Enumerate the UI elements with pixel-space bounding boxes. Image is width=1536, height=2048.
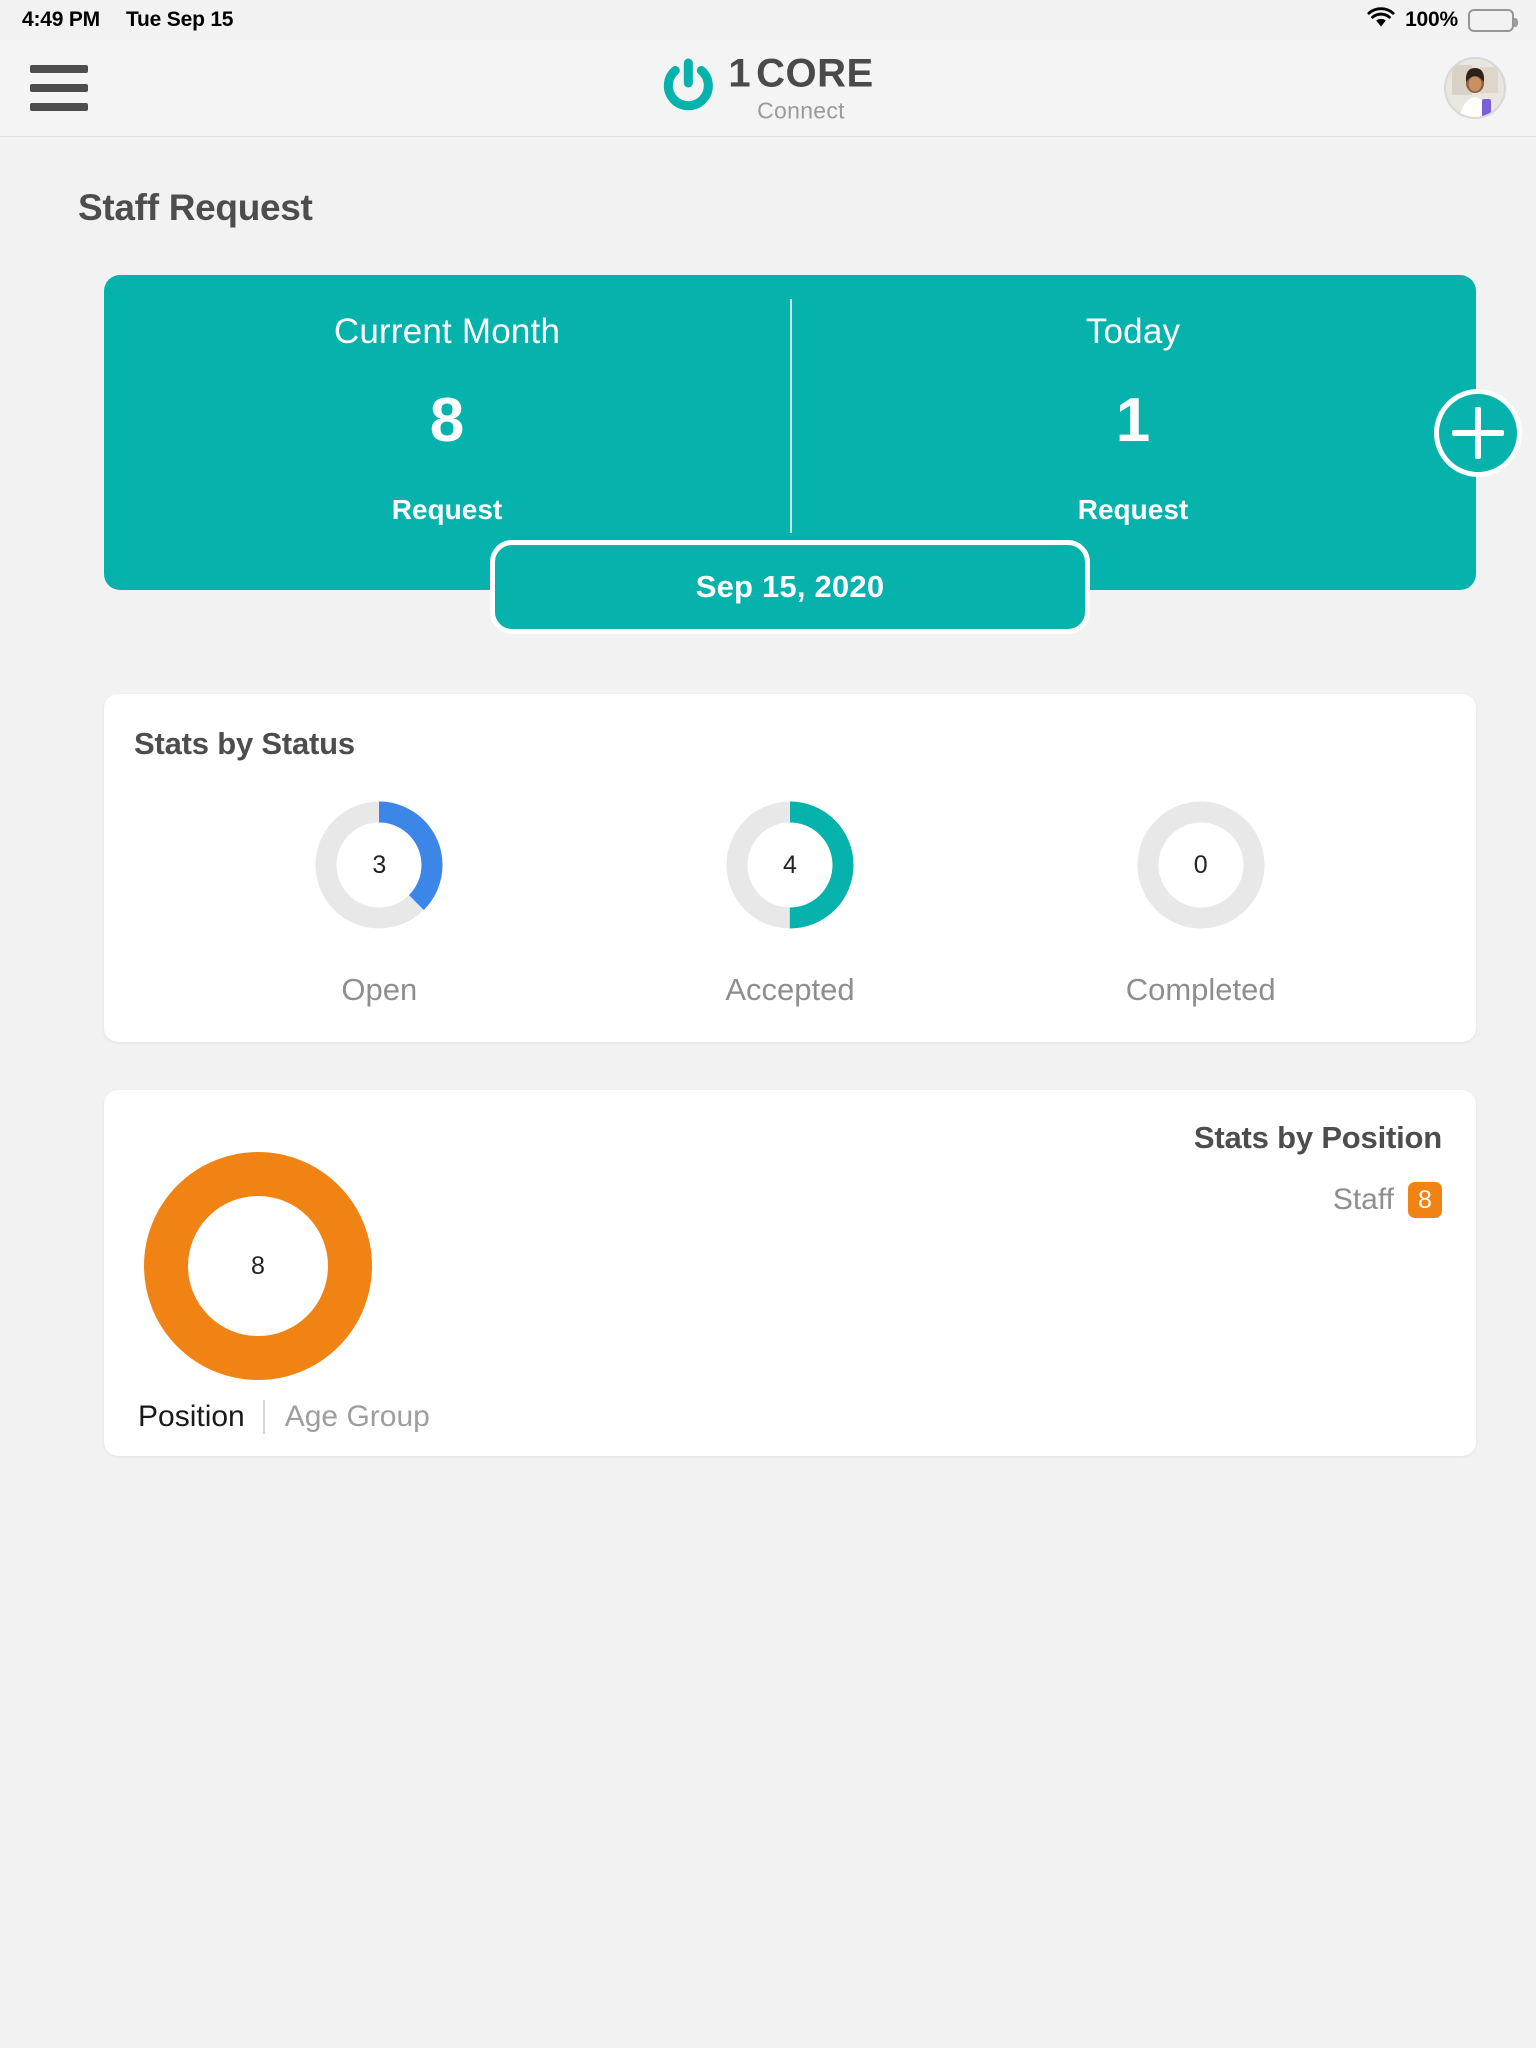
hamburger-menu-icon[interactable] [30,65,88,111]
completed-donut-value: 0 [1193,850,1208,879]
completed-donut-label: Completed [1125,972,1276,1007]
add-request-button[interactable] [1434,388,1522,477]
status-donut-completed[interactable]: 0 Completed [995,798,1406,1008]
current-month-unit: Request [391,494,503,525]
app-header: 1 CORE Connect [0,40,1536,137]
page-title: Staff Request [78,187,313,228]
status-bar-time: 4:49 PM [22,8,100,31]
status-bar-date: Tue Sep 15 [125,8,234,31]
summary-divider [790,299,792,533]
today-unit: Request [1077,494,1189,525]
brand-logo: 1 CORE Connect [662,54,873,123]
position-legend: Staff 8 [1333,1182,1442,1218]
summary-section: Current Month 8 Request Today 1 Request … [104,275,1522,634]
stats-by-status-title: Stats by Status [134,726,355,761]
accepted-donut-chart: 4 [723,798,857,932]
battery-percent-label: 100% [1405,8,1458,31]
stats-by-status-card: Stats by Status 3 Open 4 Accepted 0 Comp… [104,694,1476,1042]
position-donut-value: 8 [251,1251,265,1280]
position-tabs: Position Age Group [138,1400,448,1434]
system-status-bar: 4:49 PM Tue Sep 15 100% [0,0,1536,40]
brand-subtitle: Connect [757,97,845,124]
date-selector-button[interactable]: Sep 15, 2020 [490,540,1090,634]
accepted-donut-value: 4 [783,850,797,879]
accepted-donut-label: Accepted [725,972,855,1007]
position-legend-label: Staff [1332,1183,1394,1216]
status-donut-accepted[interactable]: 4 Accepted [585,798,996,1008]
open-donut-chart: 3 [312,798,446,932]
tab-age-group[interactable]: Age Group [265,1400,448,1434]
open-donut-value: 3 [372,850,387,879]
today-value: 1 [1115,386,1151,455]
brand-name-one: 1 [728,51,752,96]
open-donut-label: Open [341,972,418,1007]
completed-donut-chart: 0 [1134,798,1268,932]
current-month-label: Current Month [333,312,561,351]
battery-full-icon [1468,8,1518,32]
page-content: Staff Request Current Month 8 Request To… [0,187,1536,1456]
power-button-logo-icon [662,58,714,119]
status-donut-open[interactable]: 3 Open [174,798,585,1008]
today-label: Today [1085,312,1181,351]
position-legend-badge: 8 [1408,1182,1442,1218]
stats-by-position-title: Stats by Position [1193,1120,1442,1155]
tab-position[interactable]: Position [138,1400,263,1434]
current-month-value: 8 [429,386,465,455]
brand-name-core: CORE [756,51,874,96]
stats-by-position-card: Stats by Position Staff 8 8 Position Age… [104,1090,1476,1456]
status-donut-row: 3 Open 4 Accepted 0 Completed [134,798,1446,1008]
position-donut-chart: 8 [144,1152,372,1380]
avatar[interactable] [1444,57,1506,119]
wifi-icon [1367,6,1395,34]
